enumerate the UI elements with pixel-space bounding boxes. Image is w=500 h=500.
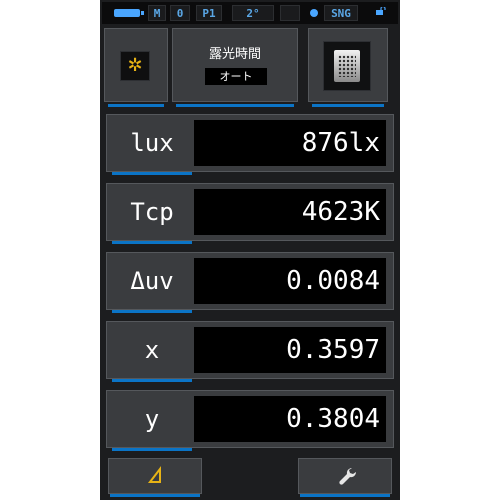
label-underline	[112, 172, 192, 175]
exposure-time-title: 露光時間	[208, 47, 261, 62]
sun-icon: ✲	[120, 51, 150, 81]
number-indicator: 0	[170, 5, 190, 21]
measurement-label: Tcp	[130, 198, 174, 226]
label-underline	[112, 448, 192, 451]
measurement-value: 0.3597	[194, 327, 386, 373]
exposure-time-underline	[176, 104, 294, 107]
light-source-underline	[108, 104, 164, 107]
memory-card-icon	[334, 50, 360, 82]
measurement-row-tcp[interactable]: Tcp 4623K	[106, 183, 394, 245]
status-dot-icon	[310, 9, 318, 17]
bottom-bar	[100, 458, 400, 500]
memory-button[interactable]	[308, 28, 388, 102]
memory-indicator: M	[148, 5, 166, 21]
label-underline	[112, 310, 192, 313]
exposure-time-button[interactable]: 露光時間 オート	[172, 28, 298, 102]
light-source-button[interactable]: ✲	[104, 28, 168, 102]
measurement-row-y[interactable]: y 0.3804	[106, 390, 394, 452]
wrench-icon	[339, 467, 357, 485]
shot-mode-indicator: SNG	[324, 5, 358, 21]
label-underline	[112, 241, 192, 244]
memory-card-frame	[323, 41, 371, 91]
measurement-label: Δuv	[130, 267, 174, 295]
settings-underline	[300, 494, 390, 497]
measurement-row-lux[interactable]: lux 876lx	[106, 114, 394, 176]
delta-icon	[147, 466, 161, 483]
measurement-label: y	[144, 405, 160, 433]
angle-indicator: 2°	[232, 5, 274, 21]
preset-indicator: P1	[196, 5, 222, 21]
measurement-value: 0.0084	[194, 258, 386, 304]
exposure-mode-value: オート	[205, 68, 267, 85]
measurement-label: lux	[130, 129, 174, 157]
label-underline	[112, 379, 192, 382]
measurement-value: 0.3804	[194, 396, 386, 442]
measurement-value: 876lx	[194, 120, 386, 166]
battery-icon	[114, 9, 144, 17]
measurement-row-x[interactable]: x 0.3597	[106, 321, 394, 383]
status-bar: M 0 P1 2° SNG	[102, 2, 398, 24]
delta-underline	[110, 494, 200, 497]
measurement-label: x	[144, 336, 160, 364]
lock-icon	[376, 7, 386, 15]
measurement-row-duv[interactable]: Δuv 0.0084	[106, 252, 394, 314]
device-screen: M 0 P1 2° SNG ✲ 露光時間 オート lux 876lx Tcp 4…	[100, 0, 400, 500]
measurement-value: 4623K	[194, 189, 386, 235]
settings-button[interactable]	[298, 458, 392, 494]
memory-underline	[312, 104, 384, 107]
blank-indicator	[280, 5, 300, 21]
header: ✲ 露光時間 オート	[102, 28, 398, 108]
delta-button[interactable]	[108, 458, 202, 494]
